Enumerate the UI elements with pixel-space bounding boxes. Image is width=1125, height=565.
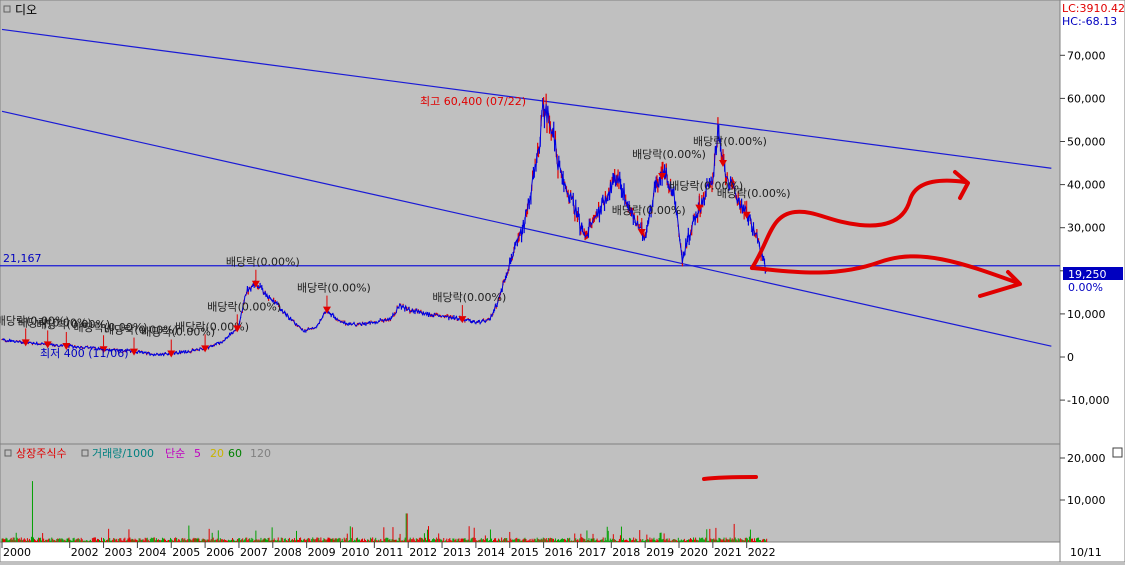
year-tick-label: 2022 [748,546,776,559]
dividend-label: 배당락(0.00%) [693,135,767,148]
chart-title: 디오 [15,3,37,17]
year-tick-label: 2005 [172,546,200,559]
dividend-label: 배당락(0.00%) [612,204,686,217]
legend-simple: 단순 [165,447,185,460]
current-change-text: 0.00% [1068,281,1103,294]
legend-listed-shares: 상장주식수 [16,447,67,460]
year-tick-label: 2007 [240,546,268,559]
legend-ma120: 120 [250,447,271,460]
year-tick-label: 2021 [714,546,742,559]
price-tick-label: -10,000 [1067,394,1109,407]
volume-mark-stroke [702,475,758,481]
year-tick-label: 2010 [342,546,370,559]
high-label: 최고 60,400 (07/22) [420,95,526,108]
price-tick-label: 0 [1067,351,1074,364]
price-tick-label: 10,000 [1067,308,1106,321]
year-tick-label: 2003 [105,546,133,559]
year-tick-label: 2015 [511,546,539,559]
dividend-label: 배당락(0.00%) [717,187,791,200]
price-tick-label: 50,000 [1067,136,1106,149]
dividend-label: 배당락(0.00%) [632,148,706,161]
legend-ma20: 20 [210,447,224,460]
legend-volume: 거래량/1000 [92,447,154,460]
year-tick-label: 2013 [443,546,471,559]
dividend-label: 배당락(0.00%) [226,256,300,269]
dividend-label: 배당락(0.00%) [297,282,371,295]
price-tick-label: 30,000 [1067,222,1106,235]
volume-tick-label: 20,000 [1067,452,1106,465]
lc-readout: LC:3910.42 [1062,2,1125,15]
year-tick-label: 2012 [409,546,437,559]
dividend-label: 배당락(0.00%) [432,291,506,304]
low-label: 최저 400 (11/06) [40,347,129,360]
year-tick-label: 2004 [138,546,166,559]
year-tick-label: 2020 [680,546,708,559]
support-line-label: 21,167 [3,252,42,265]
legend-ma5: 5 [194,447,201,460]
price-tick-label: 60,000 [1067,92,1106,105]
stock-chart-window: 디오 LC:3910.42 HC:-68.13 70,000 60,000 50,0… [0,0,1125,563]
price-tick-label: 70,000 [1067,49,1106,62]
volume-tick-label: 10,000 [1067,494,1106,507]
year-tick-label: 2014 [477,546,505,559]
year-tick-label: 2018 [612,546,640,559]
year-tick-label: 2016 [545,546,573,559]
volume-panel[interactable] [0,443,1061,543]
chart-canvas[interactable]: 디오 LC:3910.42 HC:-68.13 70,000 60,000 50,0… [0,0,1125,563]
legend-ma60: 60 [228,447,242,460]
current-price-text: 19,250 [1068,268,1107,281]
volume-close-icon[interactable] [1112,447,1123,458]
hc-readout: HC:-68.13 [1062,15,1117,28]
year-tick-label: 2011 [375,546,403,559]
year-tick-label: 2019 [646,546,674,559]
price-panel[interactable] [0,0,1061,445]
year-tick-label: 2006 [206,546,234,559]
corner-date: 10/11 [1070,546,1102,559]
price-tick-label: 40,000 [1067,179,1106,192]
year-tick-label: 2008 [274,546,302,559]
dividend-label: 배당락(0.00%) [207,300,281,313]
year-tick-label: 2009 [308,546,336,559]
year-tick-label: 2017 [578,546,606,559]
year-tick-label: 2000 [3,546,31,559]
year-tick-label: 2002 [71,546,99,559]
